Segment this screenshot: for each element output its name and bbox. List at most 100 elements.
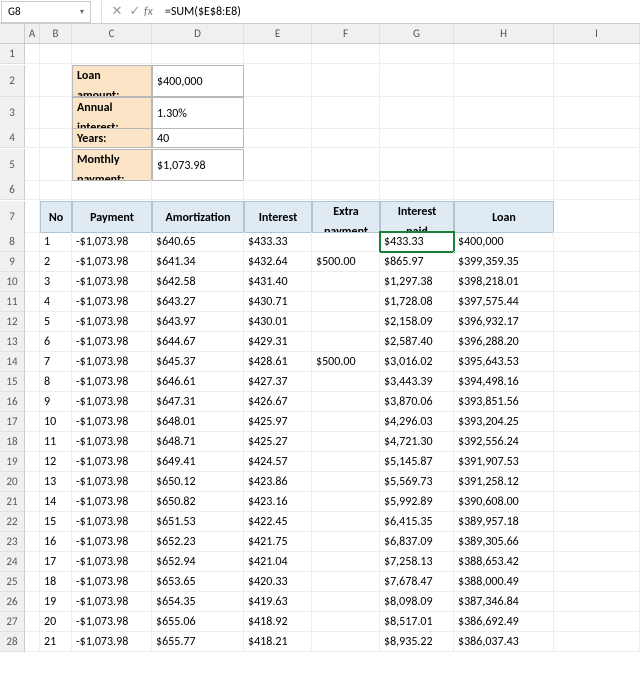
cell-extra[interactable] xyxy=(312,452,380,472)
cell-no[interactable]: 5 xyxy=(40,312,72,332)
cell-interest-paid[interactable]: $5,992.89 xyxy=(380,492,454,512)
cell-loan[interactable]: $398,218.01 xyxy=(454,272,554,292)
cell-extra[interactable] xyxy=(312,332,380,352)
cell-interest-paid[interactable]: $4,721.30 xyxy=(380,432,454,452)
cell[interactable] xyxy=(454,97,554,129)
header-no[interactable]: No xyxy=(40,201,72,233)
years-label[interactable]: Years: xyxy=(72,128,152,148)
cell-payment[interactable]: -$1,073.98 xyxy=(72,612,152,632)
cell-amortization[interactable]: $644.67 xyxy=(152,332,244,352)
cell[interactable] xyxy=(25,492,40,512)
cell[interactable] xyxy=(380,65,454,97)
cell-loan[interactable]: $393,204.25 xyxy=(454,412,554,432)
cell[interactable] xyxy=(40,180,72,200)
row-header[interactable]: 16 xyxy=(0,392,25,412)
cell[interactable] xyxy=(25,149,40,181)
cell[interactable] xyxy=(554,44,640,64)
annual-interest-value[interactable]: 1.30% xyxy=(152,97,244,129)
cell[interactable] xyxy=(25,272,40,292)
cell-interest-paid[interactable]: $5,569.73 xyxy=(380,472,454,492)
header-payment[interactable]: Payment xyxy=(72,201,152,233)
col-header[interactable]: G xyxy=(380,24,454,43)
cell-extra[interactable] xyxy=(312,292,380,312)
cell-amortization[interactable]: $650.12 xyxy=(152,472,244,492)
cell[interactable] xyxy=(554,432,640,452)
cell[interactable] xyxy=(312,180,380,200)
row-header[interactable]: 6 xyxy=(0,180,25,200)
header-loan[interactable]: Loan xyxy=(454,201,554,233)
cell[interactable] xyxy=(25,432,40,452)
cell[interactable] xyxy=(454,180,554,200)
cell-no[interactable]: 15 xyxy=(40,512,72,532)
cell-extra[interactable] xyxy=(312,432,380,452)
cell-no[interactable]: 4 xyxy=(40,292,72,312)
cell-interest-paid[interactable]: $6,415.35 xyxy=(380,512,454,532)
cell-interest-paid[interactable]: $3,016.02 xyxy=(380,352,454,372)
cell-interest[interactable]: $428.61 xyxy=(244,352,312,372)
cell-payment[interactable]: -$1,073.98 xyxy=(72,412,152,432)
cell[interactable] xyxy=(40,65,72,97)
cell-extra[interactable] xyxy=(312,612,380,632)
cell[interactable] xyxy=(25,44,40,64)
cell-interest[interactable]: $423.16 xyxy=(244,492,312,512)
cell-no[interactable]: 8 xyxy=(40,372,72,392)
cell-payment[interactable]: -$1,073.98 xyxy=(72,552,152,572)
cell[interactable] xyxy=(380,149,454,181)
row-header[interactable]: 5 xyxy=(0,149,25,181)
cell[interactable] xyxy=(40,44,72,64)
cell-amortization[interactable]: $643.97 xyxy=(152,312,244,332)
cell[interactable] xyxy=(554,472,640,492)
cell-extra[interactable] xyxy=(312,512,380,532)
row-header[interactable]: 24 xyxy=(0,552,25,572)
cell-interest-paid[interactable]: $5,145.87 xyxy=(380,452,454,472)
cell[interactable] xyxy=(380,180,454,200)
cell-extra[interactable] xyxy=(312,552,380,572)
cell-no[interactable]: 1 xyxy=(40,232,72,252)
cell-loan[interactable]: $388,000.49 xyxy=(454,572,554,592)
cell-no[interactable]: 12 xyxy=(40,452,72,472)
cell[interactable] xyxy=(554,412,640,432)
col-header[interactable]: E xyxy=(244,24,312,43)
cell-interest-paid[interactable]: $8,098.09 xyxy=(380,592,454,612)
cell[interactable] xyxy=(312,44,380,64)
cell-payment[interactable]: -$1,073.98 xyxy=(72,272,152,292)
cell-extra[interactable] xyxy=(312,372,380,392)
cell[interactable] xyxy=(312,65,380,97)
cell[interactable] xyxy=(25,232,40,252)
cell-no[interactable]: 10 xyxy=(40,412,72,432)
row-header[interactable]: 23 xyxy=(0,532,25,552)
cell-amortization[interactable]: $652.94 xyxy=(152,552,244,572)
cell[interactable] xyxy=(554,372,640,392)
cell-payment[interactable]: -$1,073.98 xyxy=(72,592,152,612)
cell[interactable] xyxy=(244,149,312,181)
cell[interactable] xyxy=(554,201,640,233)
cell[interactable] xyxy=(25,252,40,272)
cell-interest[interactable]: $429.31 xyxy=(244,332,312,352)
cell-extra[interactable] xyxy=(312,492,380,512)
cell[interactable] xyxy=(554,332,640,352)
cell-loan[interactable]: $388,653.42 xyxy=(454,552,554,572)
cell-payment[interactable]: -$1,073.98 xyxy=(72,532,152,552)
cell-interest[interactable]: $421.75 xyxy=(244,532,312,552)
cell-interest-paid[interactable]: $2,587.40 xyxy=(380,332,454,352)
cell[interactable] xyxy=(554,632,640,652)
cell[interactable] xyxy=(25,412,40,432)
cell-interest[interactable]: $424.57 xyxy=(244,452,312,472)
cell[interactable] xyxy=(72,44,152,64)
cell-amortization[interactable]: $648.01 xyxy=(152,412,244,432)
cell[interactable] xyxy=(554,149,640,181)
cell[interactable] xyxy=(554,272,640,292)
cell[interactable] xyxy=(25,572,40,592)
col-header[interactable]: D xyxy=(152,24,244,43)
cell-payment[interactable]: -$1,073.98 xyxy=(72,392,152,412)
cell-no[interactable]: 16 xyxy=(40,532,72,552)
cell[interactable] xyxy=(25,201,40,233)
cell-loan[interactable]: $393,851.56 xyxy=(454,392,554,412)
row-header[interactable]: 2 xyxy=(0,65,25,97)
cell-no[interactable]: 6 xyxy=(40,332,72,352)
row-header[interactable]: 12 xyxy=(0,312,25,332)
monthly-payment-label[interactable]: Monthlypayment: xyxy=(72,149,152,181)
cell[interactable] xyxy=(380,97,454,129)
cell-payment[interactable]: -$1,073.98 xyxy=(72,512,152,532)
cell-amortization[interactable]: $655.06 xyxy=(152,612,244,632)
